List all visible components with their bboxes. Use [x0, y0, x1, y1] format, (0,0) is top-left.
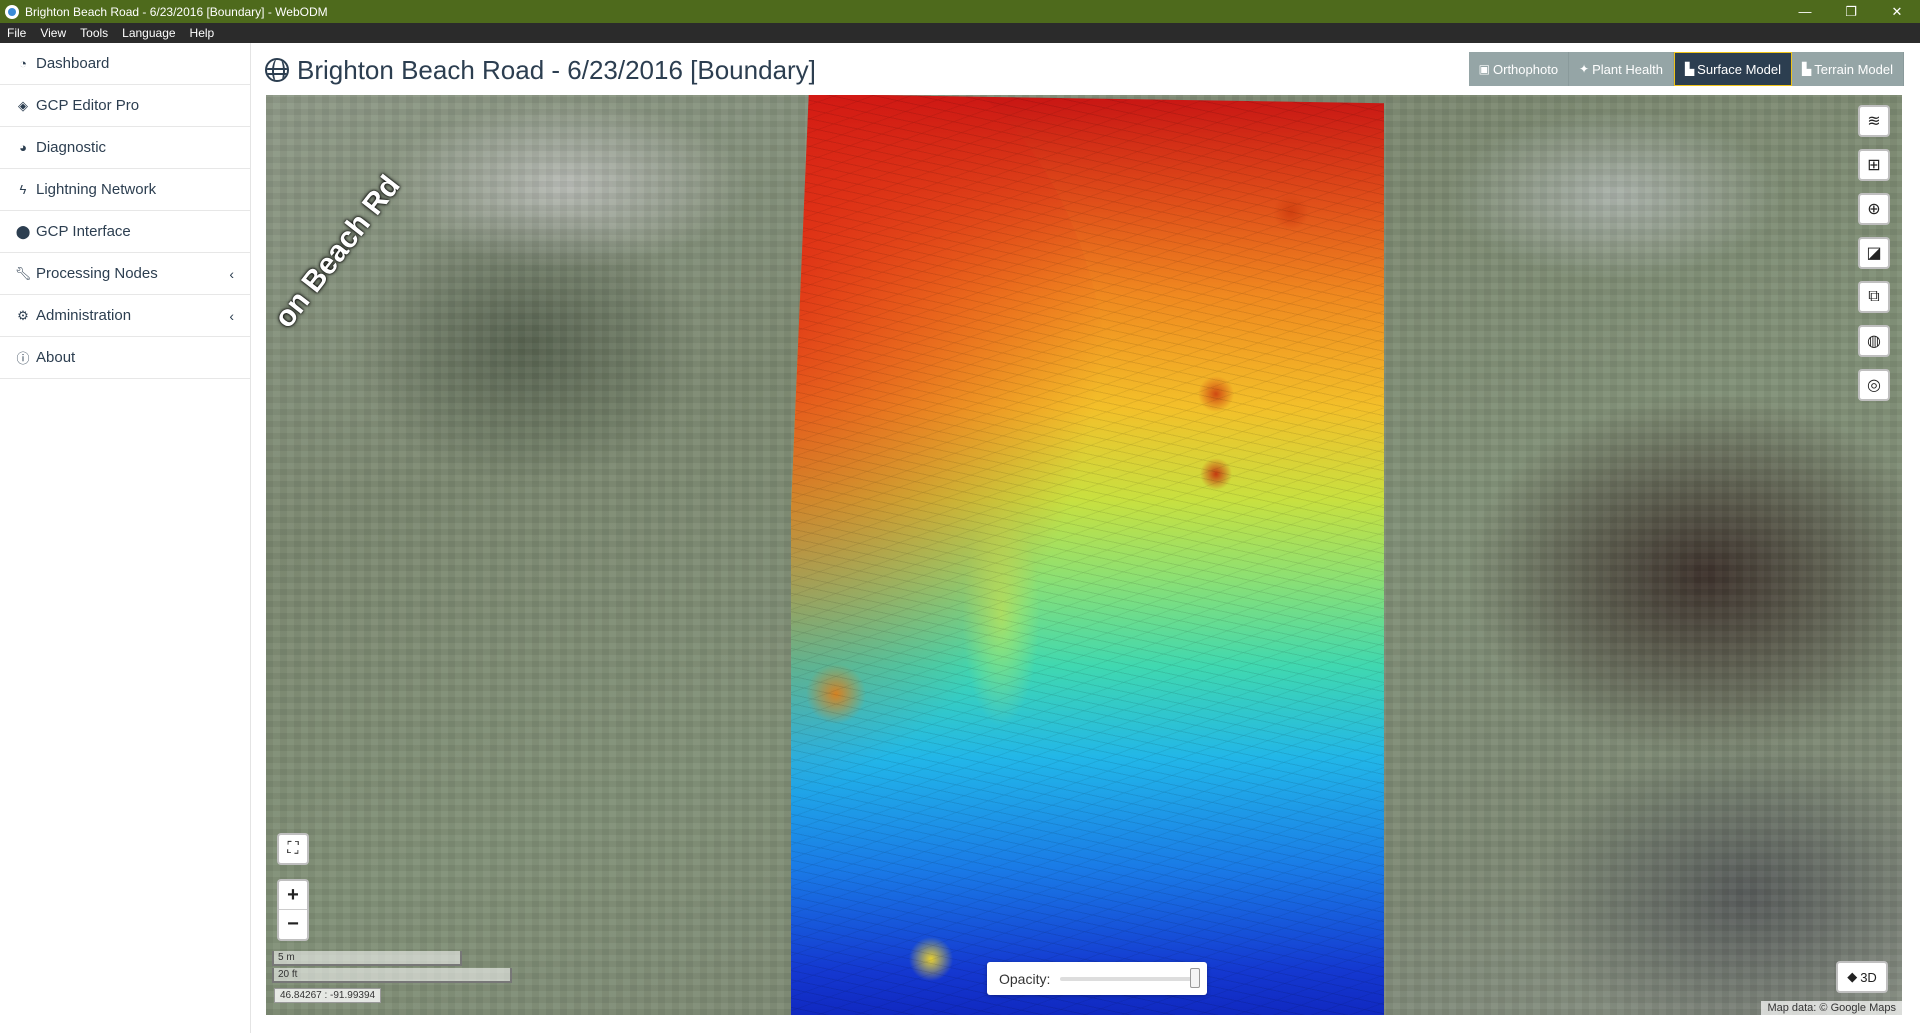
menu-help[interactable]: Help — [190, 26, 215, 40]
layer-tabs: ▣ Orthophoto ✦ Plant Health ▙ Surface Mo… — [1468, 52, 1904, 86]
target-icon[interactable]: ◎ — [1858, 369, 1890, 401]
chevron-left-icon[interactable]: ‹ — [229, 266, 234, 282]
restore-button[interactable]: ❐ — [1828, 0, 1874, 23]
contours-icon[interactable]: ◍ — [1858, 325, 1890, 357]
sidebar-item-about[interactable]: ⓘ About — [0, 337, 250, 379]
tab-plant-health[interactable]: ✦ Plant Health — [1569, 52, 1674, 86]
close-button[interactable]: ✕ — [1874, 0, 1920, 23]
fullscreen-icon[interactable]: ⛶ — [277, 833, 309, 865]
3d-label: 3D — [1860, 969, 1877, 985]
info-icon: ⓘ — [16, 351, 30, 366]
menu-tools[interactable]: Tools — [80, 26, 108, 40]
layers-icon[interactable]: ≋ — [1858, 105, 1890, 137]
add-icon[interactable]: ⊕ — [1858, 193, 1890, 225]
opacity-label: Opacity: — [999, 970, 1051, 987]
sidebar-item-diagnostic[interactable]: ◕ Diagnostic — [0, 127, 250, 169]
map-attribution: Map data: © Google Maps — [1761, 1001, 1902, 1015]
tab-label: Terrain Model — [1814, 61, 1893, 77]
surface-model-overlay[interactable] — [791, 95, 1384, 1015]
tab-terrain-model[interactable]: ▙ Terrain Model — [1792, 52, 1904, 86]
menu-view[interactable]: View — [40, 26, 66, 40]
tab-surface-model[interactable]: ▙ Surface Model — [1673, 52, 1792, 86]
area-chart-icon: ▙ — [1802, 62, 1812, 76]
area-chart-icon: ▙ — [1684, 62, 1695, 76]
sidebar-item-label: Administration — [36, 307, 132, 324]
globe-icon — [265, 58, 289, 82]
sidebar-item-dashboard[interactable]: ◔ Dashboard — [0, 43, 250, 85]
menu-file[interactable]: File — [7, 26, 26, 40]
opacity-slider[interactable] — [1060, 967, 1200, 988]
menu-language[interactable]: Language — [122, 26, 175, 40]
opacity-slider-thumb[interactable] — [1190, 967, 1200, 988]
zoom-out-button[interactable]: − — [279, 910, 307, 939]
sidebar-item-label: GCP Interface — [36, 223, 131, 240]
opacity-control: Opacity: — [987, 962, 1207, 995]
tab-label: Surface Model — [1697, 61, 1781, 77]
grid-icon[interactable]: ⊞ — [1858, 149, 1890, 181]
minimize-button[interactable]: — — [1782, 0, 1828, 23]
tab-label: Plant Health — [1592, 61, 1663, 77]
scale-metric: 5 m — [272, 951, 462, 966]
sidebar-item-label: Lightning Network — [36, 181, 157, 198]
sidebar-item-label: GCP Editor Pro — [36, 97, 140, 114]
map-view[interactable]: on Beach Rd ≋ ⊞ ⊕ ◪ ⧉ ◍ ◎ ⛶ + − 5 m 20 f… — [266, 95, 1902, 1015]
page-title: Brighton Beach Road - 6/23/2016 [Boundar… — [297, 54, 816, 85]
sidebar-item-administration[interactable]: ⚙ Administration ‹ — [0, 295, 250, 337]
cube-icon: ◆ — [1847, 969, 1858, 984]
image-icon: ▣ — [1478, 62, 1490, 76]
zoom-in-button[interactable]: + — [279, 881, 307, 910]
chevron-left-icon[interactable]: ‹ — [229, 308, 234, 324]
map-marker-icon: ⬤ — [15, 223, 31, 239]
webodm-app-icon — [5, 4, 19, 19]
sidebar-item-label: Processing Nodes — [36, 265, 158, 282]
sidebar: ◔ Dashboard ◈ GCP Editor Pro ◕ Diagnosti… — [0, 43, 251, 1033]
coordinates-readout: 46.84267 : -91.99394 — [274, 988, 382, 1003]
scale-imperial: 20 ft — [272, 968, 512, 983]
swipe-icon[interactable]: ⧉ — [1858, 281, 1890, 313]
tab-orthophoto[interactable]: ▣ Orthophoto — [1468, 52, 1570, 86]
tab-label: Orthophoto — [1493, 61, 1559, 77]
3d-view-button[interactable]: ◆ 3D — [1836, 961, 1888, 993]
window-titlebar: Brighton Beach Road - 6/23/2016 [Boundar… — [0, 0, 1920, 23]
cogs-icon: ⚙ — [17, 307, 29, 323]
pie-chart-icon: ◕ — [19, 140, 27, 155]
sidebar-item-gcp-interface[interactable]: ⬤ GCP Interface — [0, 211, 250, 253]
wrench-icon: 🔧︎ — [14, 265, 32, 281]
zoom-control: + − — [277, 879, 309, 941]
leaf-icon: ✦ — [1579, 62, 1590, 76]
gcp-editor-icon: ◈ — [18, 97, 28, 113]
menu-bar: File View Tools Language Help — [0, 23, 1920, 43]
bolt-icon: ϟ — [19, 182, 27, 197]
window-title: Brighton Beach Road - 6/23/2016 [Boundar… — [25, 4, 328, 19]
sidebar-item-processing-nodes[interactable]: 🔧︎ Processing Nodes ‹ — [0, 253, 250, 295]
sidebar-item-label: Diagnostic — [36, 139, 107, 156]
sidebar-item-gcp-editor-pro[interactable]: ◈ GCP Editor Pro — [0, 85, 250, 127]
sidebar-item-lightning-network[interactable]: ϟ Lightning Network — [0, 169, 250, 211]
dashboard-icon: ◔ — [19, 56, 27, 71]
sidebar-item-label: Dashboard — [36, 55, 110, 72]
measure-icon[interactable]: ◪ — [1858, 237, 1890, 269]
page-header: Brighton Beach Road - 6/23/2016 [Boundar… — [265, 50, 816, 90]
sidebar-item-label: About — [36, 349, 76, 366]
